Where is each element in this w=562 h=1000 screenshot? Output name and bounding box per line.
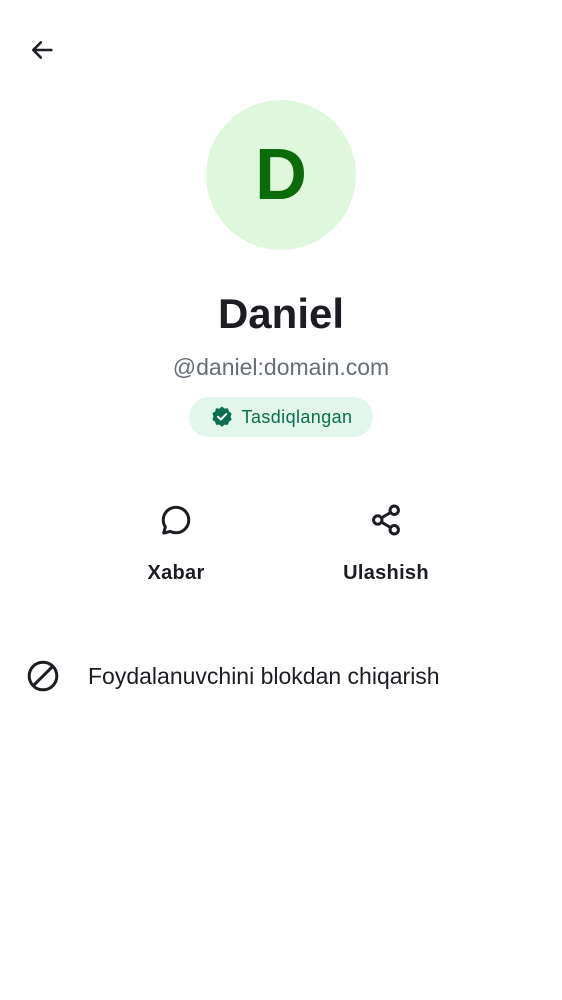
unblock-user-label: Foydalanuvchini blokdan chiqarish [88, 663, 440, 689]
message-label: Xabar [147, 562, 205, 584]
block-icon [27, 660, 59, 692]
verified-badge: Tasdiqlangan [189, 397, 373, 437]
chat-bubble-icon [161, 505, 191, 535]
back-button[interactable] [20, 28, 64, 72]
share-icon [372, 504, 400, 536]
shield-check-icon [211, 406, 232, 427]
share-button[interactable]: Ulashish [311, 498, 461, 598]
arrow-left-icon [31, 41, 53, 59]
user-id: @daniel:domain.com [172, 354, 390, 380]
verified-label: Tasdiqlangan [241, 406, 353, 427]
display-name: Daniel [217, 290, 345, 337]
avatar[interactable]: D [206, 100, 356, 250]
share-label: Ulashish [343, 562, 429, 584]
unblock-user-item[interactable]: Foydalanuvchini blokdan chiqarish [0, 646, 562, 706]
message-button[interactable]: Xabar [101, 498, 251, 598]
avatar-initial: D [255, 135, 307, 215]
